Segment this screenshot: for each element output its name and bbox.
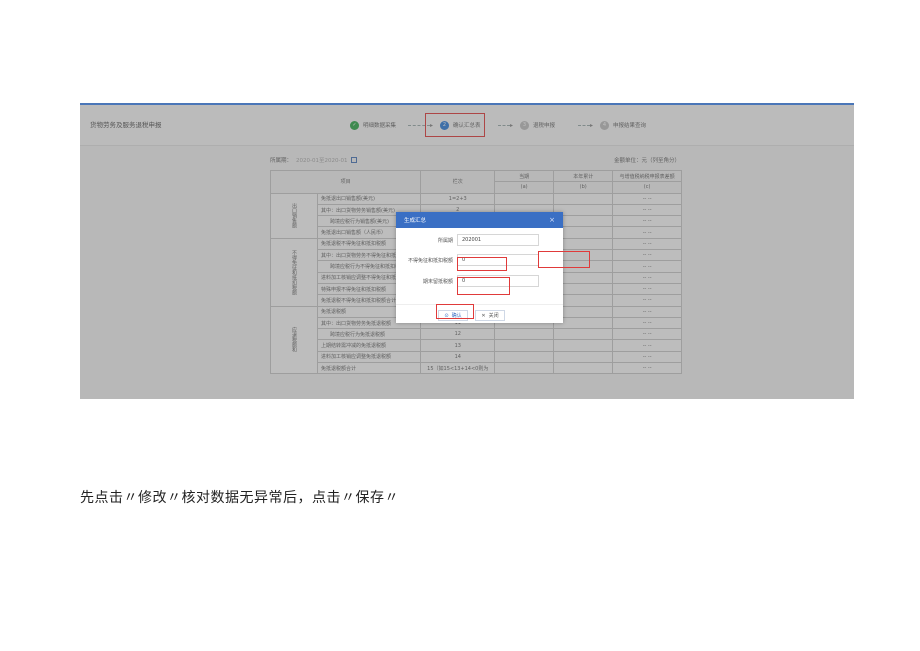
ending-credit-highlight-box (457, 277, 510, 295)
period-input[interactable]: 202001 (457, 234, 539, 246)
dialog-header: 生成汇总 × (396, 212, 563, 228)
screenshot-frame: 货物劳务及服务退税申报 ✓ 明细数据采集 ▸ 2 确认汇总表 ▸ 3 退税申报 ▸ 4 申报结果查询… (80, 103, 854, 399)
close-icon[interactable]: × (549, 216, 555, 224)
nondeductible-highlight-box (457, 257, 507, 271)
close-x-icon: ✕ (481, 312, 486, 319)
field-label: 所属期 (437, 238, 453, 244)
confirm-highlight-box (436, 304, 474, 319)
dialog-title: 生成汇总 (404, 218, 427, 224)
dialog-divider (396, 304, 563, 305)
close-label: 关闭 (488, 313, 499, 319)
field-label: 期末留抵税额 (422, 279, 453, 285)
close-button[interactable]: ✕ 关闭 (475, 310, 505, 321)
field-label: 不得免征和抵扣税额 (407, 258, 453, 264)
input-highlight-box (538, 251, 590, 268)
field-period: 所属期 202001 (396, 234, 563, 248)
instruction-caption: 先点击〃修改〃核对数据无异常后，点击〃保存〃 (80, 490, 399, 506)
